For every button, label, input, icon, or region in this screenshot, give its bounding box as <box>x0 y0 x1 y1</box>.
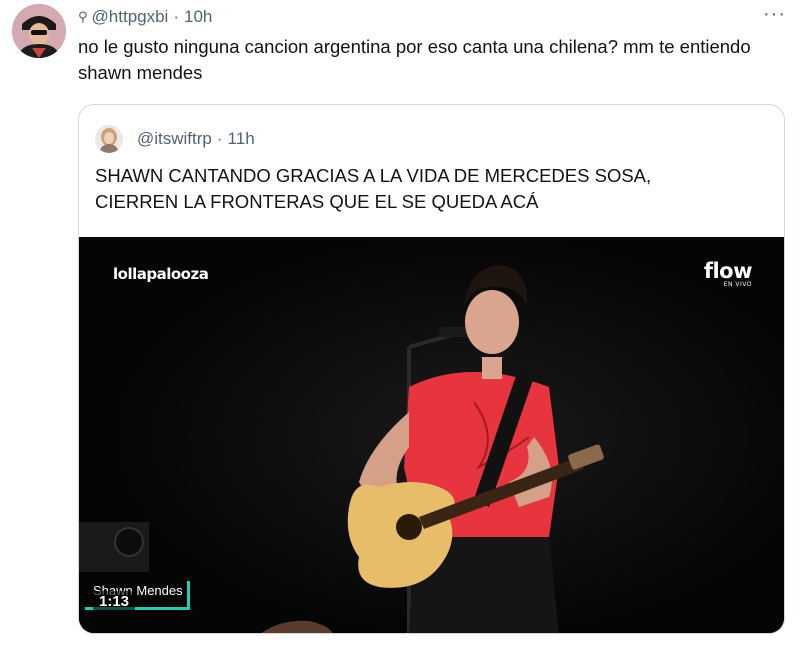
tweet-time[interactable]: 10h <box>184 7 212 27</box>
pin-icon: ⚲ <box>78 9 88 24</box>
quoted-text-line-2: CIERREN LA FRONTERAS QUE EL SE QUEDA ACÁ <box>95 191 539 212</box>
tweet-text: no le gusto ninguna cancion argentina po… <box>78 36 751 83</box>
video-duration-badge: 1:13 <box>93 591 136 612</box>
quoted-author-handle[interactable]: @itswiftrp <box>137 129 212 149</box>
quoted-tweet[interactable]: @itswiftrp · 11h SHAWN CANTANDO GRACIAS … <box>78 104 785 634</box>
lower-third-accent-side <box>187 581 190 610</box>
flow-logo-text: flow <box>703 259 753 283</box>
quoted-text-line-1: SHAWN CANTANDO GRACIAS A LA VIDA DE MERC… <box>95 165 652 186</box>
flow-logo: flow EN VIVO <box>703 259 753 288</box>
quoted-tweet-time[interactable]: 11h <box>228 129 255 149</box>
quoted-tweet-header: @itswiftrp · 11h <box>95 125 255 153</box>
quoted-author-avatar[interactable] <box>95 125 123 153</box>
video-player[interactable]: lollapalooza flow EN VIVO Shawn Mendes 1… <box>79 237 784 633</box>
video-frame <box>79 237 784 633</box>
author-avatar[interactable] <box>12 4 66 58</box>
quoted-header-separator: · <box>216 129 223 148</box>
author-handle[interactable]: @httpgxbi <box>92 7 169 27</box>
more-options-icon[interactable]: ··· <box>763 4 786 24</box>
lollapalooza-logo: lollapalooza <box>113 265 209 283</box>
tweet-header: ⚲ @httpgxbi · 10h <box>78 6 212 28</box>
quoted-tweet-text: SHAWN CANTANDO GRACIAS A LA VIDA DE MERC… <box>95 163 775 215</box>
header-separator: · <box>173 7 180 26</box>
